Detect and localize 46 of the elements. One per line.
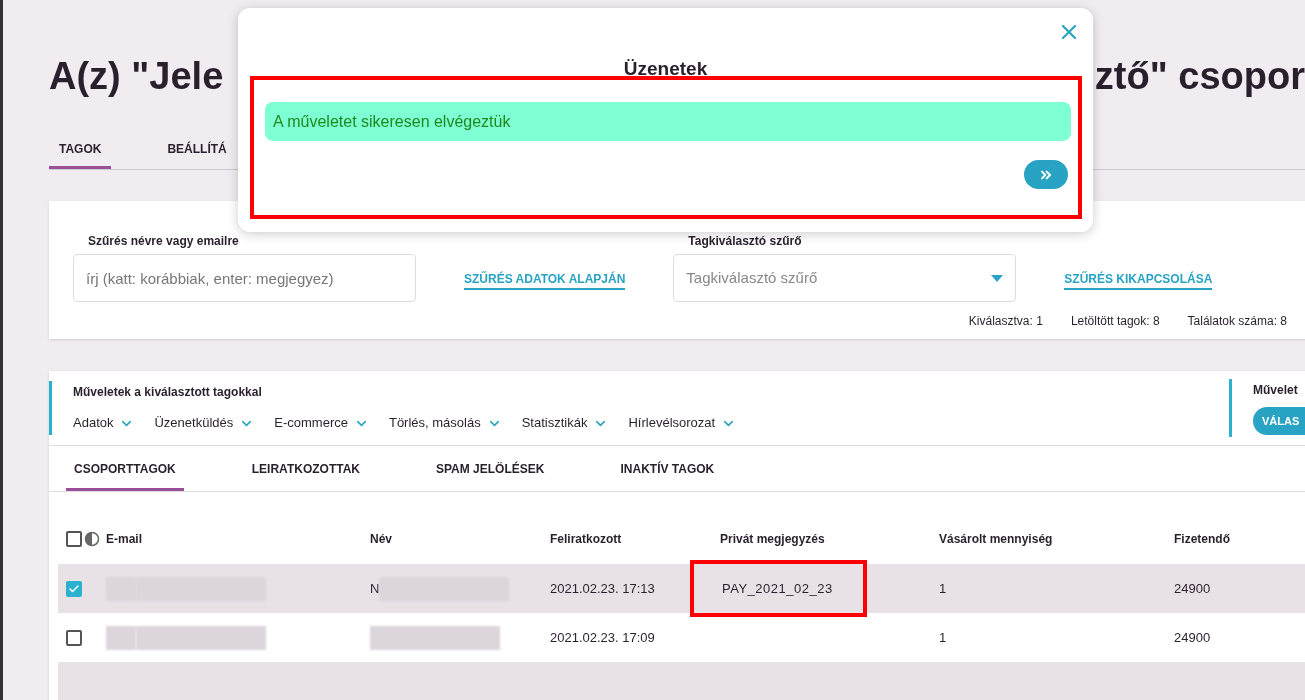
field-label: Szűrés névre vagy emailre (88, 233, 240, 250)
column-header: Feliratkozott (550, 531, 623, 548)
table-cell-text: 1 (939, 628, 948, 647)
table-cell-text: 2021.02.23. 17:13 (550, 579, 656, 598)
tab[interactable]: BEÁLLÍTÁ (157, 140, 237, 169)
table-cell-text: PAY_2021_02_23 (722, 579, 833, 598)
checkbox[interactable] (66, 580, 82, 597)
table-cell-text: 24900 (1174, 579, 1212, 598)
column-header: Fizetendő (1174, 531, 1231, 548)
actions-menu[interactable]: E-commerce (274, 413, 369, 433)
actions-menu[interactable]: Törlés, másolás (388, 413, 502, 433)
member-tab[interactable]: INAKTÍV TAGOK (612, 446, 723, 491)
dropdown-triangle-icon (991, 274, 1004, 282)
table-cell-text: 1 (939, 579, 948, 598)
member-tab[interactable]: CSOPORTTAGOK (66, 446, 184, 491)
contrast-icon (84, 531, 100, 547)
checkbox[interactable] (66, 629, 82, 646)
select-field[interactable]: Tagkiválasztó szűrő (673, 254, 1017, 302)
column-header: Vásárolt mennyiség (939, 531, 1054, 548)
checkbox[interactable] (66, 531, 82, 547)
field-label: Tagkiválasztó szűrő (688, 233, 803, 250)
column-header: Privát megjegyzés (720, 531, 826, 548)
table-cell-text: 2021.02.23. 17:09 (550, 628, 656, 647)
tab[interactable]: TAGOK (49, 140, 112, 169)
table-cell-text: N (370, 579, 380, 598)
column-header: E-mail (106, 531, 143, 548)
next-button[interactable] (1024, 160, 1068, 189)
checkmark-icon (68, 582, 80, 595)
success-message: A műveletet sikeresen elvégeztük (265, 102, 1071, 141)
count-text: Letöltött tagok: 8 (1070, 313, 1160, 330)
member-tab[interactable]: SPAM JELÖLÉSEK (428, 446, 553, 491)
actions-menu[interactable]: Adatok (73, 413, 135, 433)
column-header: Név (370, 531, 393, 548)
actions-menu[interactable]: Hírlevélsorozat (628, 413, 737, 433)
search-field[interactable]: írj (katt: korábbiak, enter: megjegyez) (73, 254, 416, 302)
page-title: A(z) "Jele (49, 53, 224, 99)
page-title: ztő" csopor (1094, 53, 1305, 99)
dialog-title: Üzenetek (622, 57, 709, 81)
side-actions-title: Művelet (1253, 381, 1298, 399)
actions-title: Műveletek a kiválasztott tagokkal (73, 384, 263, 402)
actions-menu[interactable]: Statisztikák (521, 413, 609, 433)
count-text: Találatok száma: 8 (1187, 313, 1287, 330)
count-text: Kiválasztva: 1 (968, 313, 1043, 330)
table-cell-text: 24900 (1174, 628, 1212, 647)
member-tab[interactable]: LEIRATKOZOTTAK (243, 446, 368, 491)
actions-menu[interactable]: Üzenetküldés (154, 413, 255, 433)
